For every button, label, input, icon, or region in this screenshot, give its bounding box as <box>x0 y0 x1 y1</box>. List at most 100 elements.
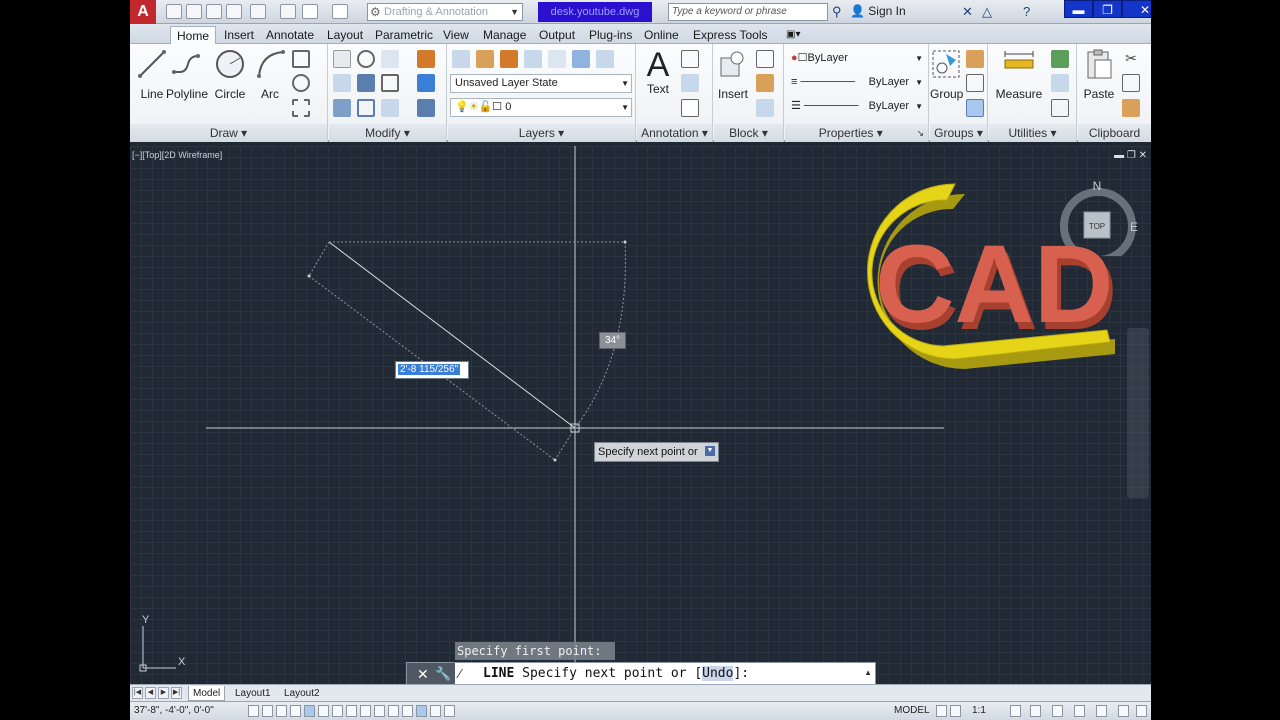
leader-icon[interactable] <box>681 74 699 92</box>
utilities-panel-title[interactable]: Utilities ▾ <box>989 124 1076 142</box>
close-icon[interactable]: ✕ <box>417 666 429 683</box>
layer-freeze-icon[interactable] <box>500 50 518 68</box>
angle-input-field[interactable]: 34° <box>599 332 626 349</box>
tab-layout2[interactable]: Layout2 <box>280 686 324 701</box>
last-tab-icon[interactable]: ▶| <box>171 687 182 699</box>
ucs-toggle[interactable] <box>360 705 371 717</box>
erase-icon[interactable] <box>417 50 435 68</box>
tab-parametric[interactable]: Parametric <box>375 26 433 44</box>
paste-button[interactable]: Paste <box>1082 48 1116 101</box>
select-all-icon[interactable] <box>1051 74 1069 92</box>
next-tab-icon[interactable]: ▶ <box>158 687 169 699</box>
polyline-button[interactable]: Polyline <box>166 48 208 101</box>
layer-walk-icon[interactable] <box>596 50 614 68</box>
offset-icon[interactable] <box>417 99 435 117</box>
tab-express-tools[interactable]: Express Tools <box>693 26 767 44</box>
help-icon[interactable]: ? <box>1023 4 1030 19</box>
prev-tab-icon[interactable]: ◀ <box>145 687 156 699</box>
lineweight-select[interactable]: ☰ ─────── ByLayer ▼ <box>787 98 925 117</box>
group-button[interactable]: Group <box>930 48 963 101</box>
calculator-icon[interactable] <box>1051 99 1069 117</box>
groups-panel-title[interactable]: Groups ▾ <box>930 124 987 142</box>
tab-model[interactable]: Model <box>188 686 226 701</box>
new-icon[interactable] <box>166 4 182 19</box>
viewcube-east[interactable]: E <box>1130 220 1138 234</box>
autocad-logo-icon[interactable]: A <box>130 0 156 24</box>
infer-constraints-toggle[interactable] <box>248 705 259 717</box>
workspace-switching-icon[interactable] <box>1052 705 1063 717</box>
drawing-canvas[interactable]: [−][Top][2D Wireframe] ▬ ❐ ✕ TOP N E CAD… <box>130 146 1151 686</box>
region-icon[interactable] <box>292 99 310 117</box>
layer-select[interactable]: 💡☀🔓☐ 0 ▼ <box>450 98 632 117</box>
tab-home[interactable]: Home <box>170 26 217 44</box>
lock-ui-icon[interactable] <box>1074 705 1085 717</box>
draw-panel-title[interactable]: Draw ▾ <box>130 124 327 142</box>
coordinates-display[interactable]: 37'-8", -4'-0", 0'-0" <box>134 705 214 716</box>
explode-icon[interactable] <box>417 74 435 92</box>
array-icon[interactable] <box>381 99 399 117</box>
lineweight-toggle[interactable] <box>388 705 399 717</box>
grid-display-toggle[interactable] <box>276 705 287 717</box>
ungroup-icon[interactable] <box>966 50 984 68</box>
object-snap-toggle[interactable] <box>318 705 329 717</box>
selection-cycling-toggle[interactable] <box>430 705 441 717</box>
layer-lock-icon[interactable] <box>548 50 566 68</box>
binoculars-icon[interactable]: ⚲ <box>832 4 842 20</box>
tab-layout1[interactable]: Layout1 <box>231 686 275 701</box>
annotation-scale[interactable]: 1:1 <box>972 705 986 716</box>
plot-icon[interactable] <box>250 4 266 19</box>
workspace-selector[interactable]: ⚙ Drafting & Annotation ▼ <box>367 3 523 21</box>
sign-in-button[interactable]: 👤 Sign In <box>850 4 906 18</box>
tab-insert[interactable]: Insert <box>224 26 254 44</box>
triangle-icon[interactable]: △ <box>982 4 992 20</box>
open-icon[interactable] <box>186 4 202 19</box>
clean-screen-icon[interactable] <box>1136 705 1147 717</box>
tab-manage[interactable]: Manage <box>483 26 526 44</box>
save-icon[interactable] <box>206 4 222 19</box>
restore-button[interactable]: ❐ <box>1093 0 1122 18</box>
measure-button[interactable]: Measure <box>995 48 1043 101</box>
edit-block-icon[interactable] <box>756 74 774 92</box>
match-properties-icon[interactable] <box>1122 99 1140 117</box>
insert-button[interactable]: Insert <box>716 48 750 101</box>
save-as-icon[interactable] <box>226 4 242 19</box>
dimension-icon[interactable] <box>681 50 699 68</box>
line-button[interactable]: Line <box>135 48 169 101</box>
quick-select-icon[interactable] <box>1051 50 1069 68</box>
snap-mode-toggle[interactable] <box>262 705 273 717</box>
hatch-icon[interactable] <box>292 74 310 92</box>
undo-icon[interactable] <box>302 4 318 19</box>
rotate-icon[interactable] <box>357 50 375 68</box>
hardware-acceleration-icon[interactable] <box>1096 705 1107 717</box>
edit-attributes-icon[interactable] <box>756 99 774 117</box>
layer-properties-icon[interactable] <box>452 50 470 68</box>
mirror-icon[interactable] <box>357 74 375 92</box>
wrench-icon[interactable]: 🔧 <box>435 666 451 682</box>
create-block-icon[interactable] <box>756 50 774 68</box>
rectangle-icon[interactable] <box>292 50 310 68</box>
copy-icon[interactable] <box>333 74 351 92</box>
auto-scale-icon[interactable] <box>1030 705 1041 717</box>
text-button[interactable]: A Text <box>643 48 673 96</box>
table-icon[interactable] <box>681 99 699 117</box>
tab-plug-ins[interactable]: Plug-ins <box>589 26 632 44</box>
annotation-monitor-toggle[interactable] <box>444 705 455 717</box>
tab-output[interactable]: Output <box>539 26 575 44</box>
color-select[interactable]: ●☐ByLayer ▼ <box>787 50 925 69</box>
navigation-bar[interactable] <box>1127 328 1149 498</box>
copy-clip-icon[interactable] <box>1122 74 1140 92</box>
ribbon-toggle-icon[interactable]: ▣▾ <box>786 26 800 44</box>
tab-annotate[interactable]: Annotate <box>266 26 314 44</box>
scale-icon[interactable] <box>357 99 375 117</box>
layer-state-select[interactable]: Unsaved Layer State ▼ <box>450 74 632 93</box>
arc-button[interactable]: Arc <box>255 48 285 101</box>
object-snap-tracking-toggle[interactable] <box>346 705 357 717</box>
command-line[interactable]: ✕ 🔧 ⁄ LINE Specify next point or [Undo]:… <box>406 662 876 686</box>
dialog-launcher-icon[interactable]: ↘ <box>916 124 928 142</box>
print-icon[interactable] <box>280 4 296 19</box>
block-panel-title[interactable]: Block ▾ <box>714 124 783 142</box>
dynamic-input-toggle[interactable] <box>374 705 385 717</box>
move-icon[interactable] <box>333 50 351 68</box>
first-tab-icon[interactable]: |◀ <box>132 687 143 699</box>
tab-layout[interactable]: Layout <box>327 26 363 44</box>
